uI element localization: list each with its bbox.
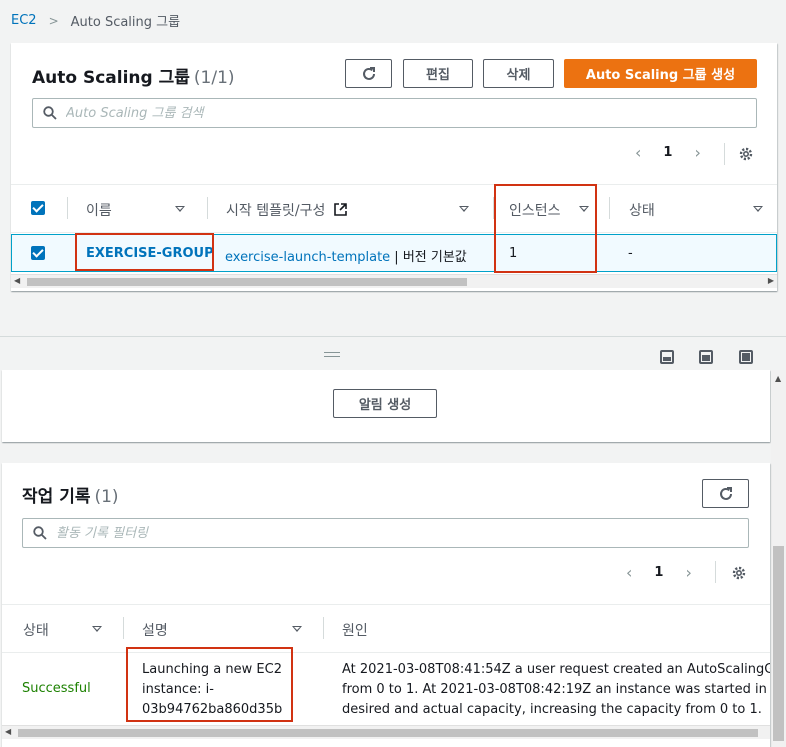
activity-cause: At 2021-03-08T08:41:54Z a user request c… <box>342 660 770 720</box>
search-icon <box>33 526 47 540</box>
refresh-button[interactable] <box>345 59 392 88</box>
drag-handle-icon[interactable] <box>324 352 340 357</box>
create-notification-button[interactable]: 알림 생성 <box>333 389 437 418</box>
activity-status: Successful <box>22 681 91 696</box>
external-link-icon <box>333 203 347 216</box>
table-horizontal-scrollbar[interactable]: ◀ ▶ <box>11 274 777 288</box>
split-pane-divider <box>0 336 786 337</box>
settings-button[interactable] <box>737 145 755 163</box>
breadcrumb-current: Auto Scaling 그룹 <box>70 15 181 30</box>
create-auto-scaling-group-button[interactable]: Auto Scaling 그룹 생성 <box>564 59 757 88</box>
view-full-icon[interactable] <box>739 350 753 364</box>
cause-line: At 2021-03-08T08:41:54Z a user request c… <box>342 662 770 677</box>
scroll-left-icon[interactable]: ◀ <box>5 727 11 736</box>
column-divider <box>609 197 610 219</box>
column-header-name[interactable]: 이름 <box>86 200 112 220</box>
view-split-icon[interactable] <box>699 350 713 364</box>
column-header-status[interactable]: 상태 <box>629 200 655 220</box>
groups-table-header <box>11 184 777 233</box>
gear-icon <box>739 147 753 161</box>
notifications-panel: 알림 생성 <box>2 370 770 442</box>
scrollbar-thumb[interactable] <box>18 729 758 737</box>
highlight-name <box>75 233 214 271</box>
sort-caret-icon[interactable] <box>175 206 185 212</box>
activity-filter-input[interactable] <box>56 525 748 541</box>
chevron-left-icon[interactable]: ‹ <box>626 563 632 582</box>
activity-count: (1) <box>94 487 119 507</box>
search-icon <box>43 106 57 120</box>
chevron-right-icon[interactable]: › <box>694 143 700 162</box>
group-status: - <box>628 246 633 261</box>
view-bottom-icon[interactable] <box>660 350 674 364</box>
column-header-template[interactable]: 시작 템플릿/구성 <box>226 200 347 220</box>
highlight-description <box>126 647 293 722</box>
column-divider <box>323 617 324 639</box>
refresh-icon <box>362 66 375 80</box>
activity-title-label: 작업 기록 <box>22 487 91 507</box>
delete-button[interactable]: 삭제 <box>483 59 554 88</box>
page-title: Auto Scaling 그룹 <box>32 68 190 88</box>
select-all-checkbox[interactable] <box>31 201 45 215</box>
chevron-left-icon[interactable]: ‹ <box>635 143 641 162</box>
edit-button[interactable]: 편집 <box>403 59 473 88</box>
current-page[interactable]: 1 <box>663 145 672 160</box>
highlight-instances <box>494 184 597 273</box>
activity-settings-button[interactable] <box>730 564 748 582</box>
chevron-right-icon: > <box>48 13 59 28</box>
gear-icon <box>732 566 746 580</box>
scroll-right-icon[interactable]: ▶ <box>768 276 774 285</box>
column-header-description[interactable]: 설명 <box>142 620 168 640</box>
sort-caret-icon[interactable] <box>92 626 102 632</box>
sort-caret-icon[interactable] <box>459 206 469 212</box>
divider <box>724 143 725 165</box>
activity-refresh-button[interactable] <box>702 479 749 508</box>
sort-caret-icon[interactable] <box>753 206 763 212</box>
activity-table-header <box>2 604 770 653</box>
launch-template-cell: exercise-launch-template | 버전 기본값 <box>225 246 467 265</box>
scroll-up-icon[interactable]: ▲ <box>775 374 781 383</box>
group-search-input[interactable] <box>66 105 756 121</box>
divider <box>715 561 716 583</box>
cause-line: from 0 to 1. At 2021-03-08T08:42:19Z an … <box>342 682 770 697</box>
breadcrumb: EC2 > Auto Scaling 그룹 <box>11 11 180 30</box>
group-search-box[interactable] <box>32 98 757 128</box>
activity-filter-box[interactable] <box>22 518 749 548</box>
refresh-icon <box>719 486 732 500</box>
scrollbar-thumb[interactable] <box>27 278 467 286</box>
activity-history-panel: 작업 기록(1) ‹ 1 › 상태 설명 원인 Successful Launc… <box>2 463 770 747</box>
selected-count: (1/1) <box>193 68 235 88</box>
breadcrumb-ec2-link[interactable]: EC2 <box>11 13 37 28</box>
column-header-template-label: 시작 템플릿/구성 <box>226 203 326 219</box>
panel-title: Auto Scaling 그룹 (1/1) <box>32 63 235 88</box>
auto-scaling-groups-panel: Auto Scaling 그룹 (1/1) 편집 삭제 Auto Scaling … <box>11 43 777 291</box>
activity-current-page[interactable]: 1 <box>654 565 663 580</box>
activity-horizontal-scrollbar[interactable]: ◀ <box>2 725 770 739</box>
vertical-scrollbar[interactable]: ▲ <box>771 370 786 747</box>
column-header-cause[interactable]: 원인 <box>342 620 368 640</box>
column-divider <box>207 197 208 219</box>
template-version: | 버전 기본값 <box>390 250 467 265</box>
activity-title: 작업 기록 (1) <box>22 482 119 507</box>
column-divider <box>123 617 124 639</box>
chevron-right-icon[interactable]: › <box>685 563 691 582</box>
pagination: ‹ 1 › <box>635 143 701 162</box>
sort-caret-icon[interactable] <box>292 626 302 632</box>
launch-template-link[interactable]: exercise-launch-template <box>225 250 390 265</box>
column-header-status[interactable]: 상태 <box>23 620 49 640</box>
column-divider <box>67 197 68 219</box>
cause-line: desired and actual capacity, increasing … <box>342 702 762 717</box>
vertical-scrollbar-thumb[interactable] <box>773 546 784 741</box>
row-checkbox[interactable] <box>31 246 45 260</box>
scroll-left-icon[interactable]: ◀ <box>14 276 20 285</box>
activity-pagination: ‹ 1 › <box>626 563 692 582</box>
